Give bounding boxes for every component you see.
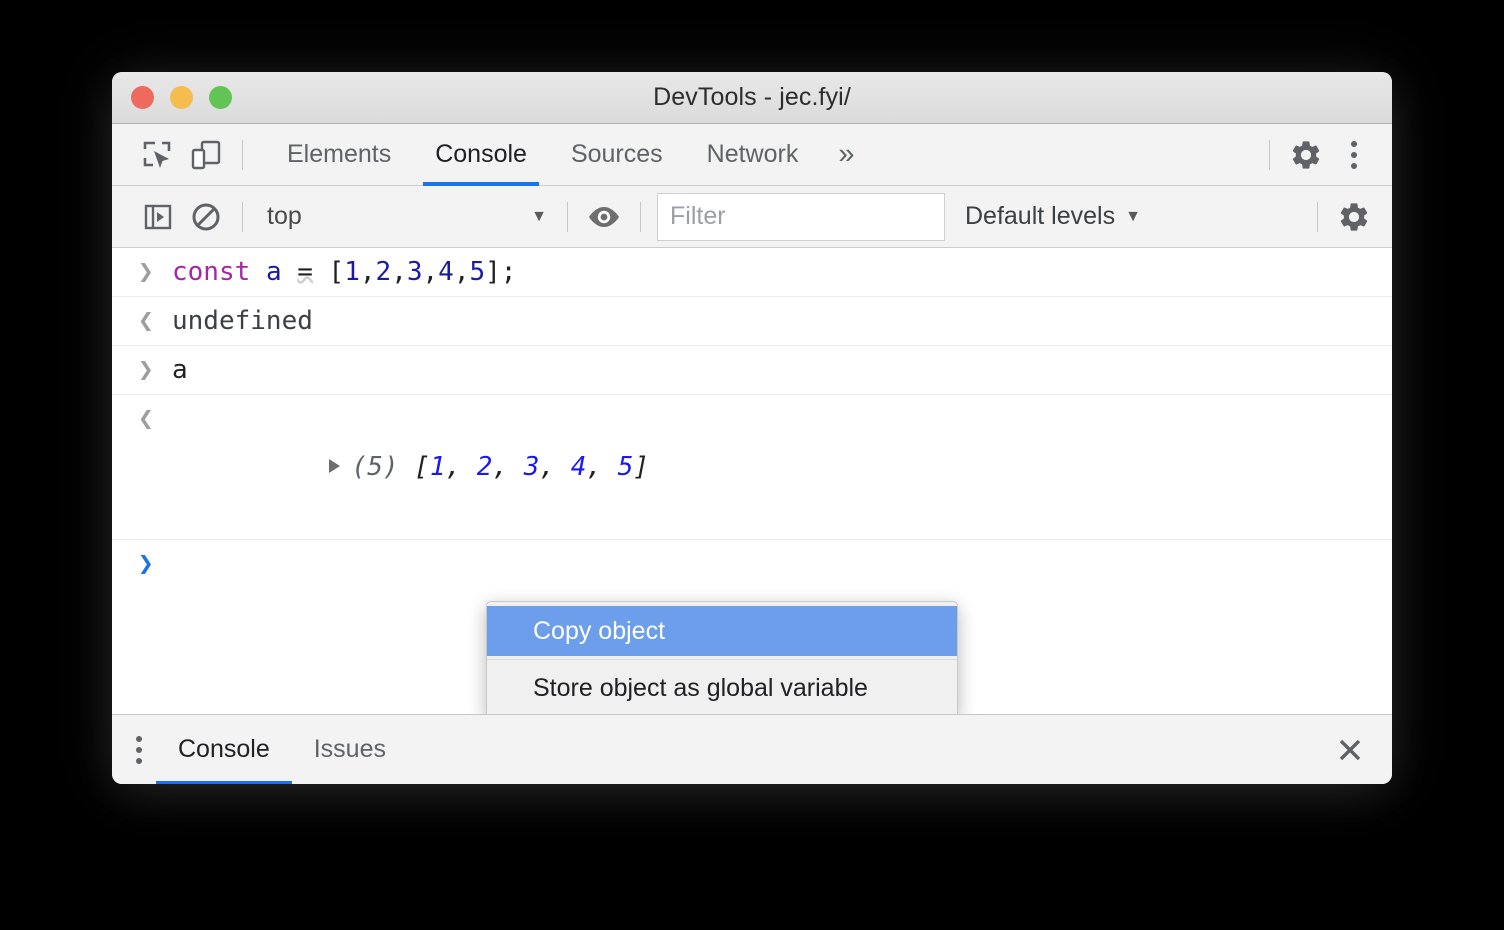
drawer-toolbar: Console Issues xyxy=(112,714,1392,784)
context-menu-separator xyxy=(487,659,957,660)
execution-context-value: top xyxy=(267,202,302,230)
panel-tabs: Elements Console Sources Network » xyxy=(265,124,873,186)
input-prompt-icon-1: ❯ xyxy=(138,257,154,287)
console-message-list[interactable]: ❯ const a = [1,2,3,4,5]; ❮ undefined ❯ a… xyxy=(112,248,1392,714)
console-toolbar-divider-1 xyxy=(242,201,243,232)
tab-network-label: Network xyxy=(706,140,799,168)
drawer-kebab-menu-icon[interactable] xyxy=(136,735,142,764)
gear-icon[interactable] xyxy=(1282,131,1330,179)
more-tabs-chevron-icon[interactable]: » xyxy=(820,124,872,186)
array-open-bracket xyxy=(399,452,415,482)
tab-sources-label: Sources xyxy=(570,140,663,168)
tab-console[interactable]: Console xyxy=(413,124,549,186)
chevron-down-icon: ▼ xyxy=(531,207,547,225)
close-icon[interactable] xyxy=(1326,726,1374,774)
console-code-1: const a = [1,2,3,4,5]; xyxy=(172,257,517,287)
array-length-label: (5) xyxy=(351,452,399,482)
console-toolbar: top ▼ Filter Default levels ▼ xyxy=(112,186,1392,248)
context-menu[interactable]: Copy object Store object as global varia… xyxy=(486,601,958,714)
console-array-preview[interactable]: (5) [1, 2, 3, 4, 5] xyxy=(172,395,649,539)
array-preview-body: [1, 2, 3, 4, 5] xyxy=(414,452,650,482)
console-code-2: a xyxy=(172,355,188,385)
console-toolbar-divider-4 xyxy=(1317,201,1318,232)
console-active-prompt-line[interactable]: ❯ xyxy=(112,540,1392,588)
toolbar-divider xyxy=(242,139,243,170)
chevron-down-icon-levels: ▼ xyxy=(1125,207,1141,225)
console-output-line-1: ❮ undefined xyxy=(112,297,1392,346)
main-toolbar: Elements Console Sources Network » xyxy=(112,124,1392,186)
kebab-menu-icon[interactable] xyxy=(1330,131,1378,179)
log-levels-select[interactable]: Default levels ▼ xyxy=(965,202,1141,231)
toolbar-divider-right xyxy=(1269,139,1270,170)
tab-network[interactable]: Network xyxy=(685,124,821,186)
window-titlebar: DevTools - jec.fyi/ xyxy=(112,72,1392,124)
clear-console-icon[interactable] xyxy=(182,193,230,241)
drawer-tab-console[interactable]: Console xyxy=(156,715,292,784)
console-output-text-1: undefined xyxy=(172,306,313,336)
expand-triangle-icon[interactable] xyxy=(328,459,340,473)
drawer-tab-console-label: Console xyxy=(178,735,270,763)
close-window-button[interactable] xyxy=(131,86,154,109)
input-prompt-icon-2: ❯ xyxy=(138,355,154,385)
output-prompt-icon-1: ❮ xyxy=(138,306,154,336)
active-prompt-icon: ❯ xyxy=(138,549,154,579)
tab-elements[interactable]: Elements xyxy=(265,124,413,186)
console-toolbar-divider-3 xyxy=(640,201,641,232)
window-title: DevTools - jec.fyi/ xyxy=(653,83,851,111)
console-input-line-1[interactable]: ❯ const a = [1,2,3,4,5]; xyxy=(112,248,1392,297)
drawer-right xyxy=(1326,726,1392,774)
devtools-window: DevTools - jec.fyi/ Elements Console Sou… xyxy=(112,72,1392,784)
minimize-window-button[interactable] xyxy=(170,86,193,109)
live-expression-eye-icon[interactable] xyxy=(580,193,628,241)
context-menu-item-store-global[interactable]: Store object as global variable xyxy=(487,663,957,713)
execution-context-select[interactable]: top ▼ xyxy=(255,197,555,237)
drawer-tab-issues[interactable]: Issues xyxy=(292,715,408,785)
console-sidebar-icon[interactable] xyxy=(134,193,182,241)
console-toolbar-right xyxy=(1305,193,1392,241)
output-prompt-icon-2: ❮ xyxy=(138,404,154,434)
console-settings-gear-icon[interactable] xyxy=(1330,193,1378,241)
filter-input[interactable]: Filter xyxy=(657,192,945,241)
filter-placeholder: Filter xyxy=(670,202,726,230)
screen: DevTools - jec.fyi/ Elements Console Sou… xyxy=(0,0,1504,930)
console-input-line-2[interactable]: ❯ a xyxy=(112,346,1392,395)
drawer-tabs: Console Issues xyxy=(156,715,408,785)
device-toolbar-icon[interactable] xyxy=(182,131,230,179)
tab-sources[interactable]: Sources xyxy=(549,124,685,186)
tab-console-label: Console xyxy=(435,140,527,168)
copy-object-label: Copy object xyxy=(533,616,666,645)
drawer-tab-issues-label: Issues xyxy=(313,735,386,763)
context-menu-item-copy-object[interactable]: Copy object xyxy=(487,606,957,656)
zoom-window-button[interactable] xyxy=(209,86,232,109)
main-toolbar-right xyxy=(1257,131,1392,179)
log-levels-label: Default levels xyxy=(965,202,1116,230)
console-output-object-line[interactable]: ❮ (5) [1, 2, 3, 4, 5] xyxy=(112,395,1392,540)
inspect-element-icon[interactable] xyxy=(134,131,182,179)
console-toolbar-divider-2 xyxy=(567,201,568,232)
tab-elements-label: Elements xyxy=(287,140,392,168)
traffic-lights xyxy=(131,72,232,123)
store-global-label: Store object as global variable xyxy=(533,673,868,702)
